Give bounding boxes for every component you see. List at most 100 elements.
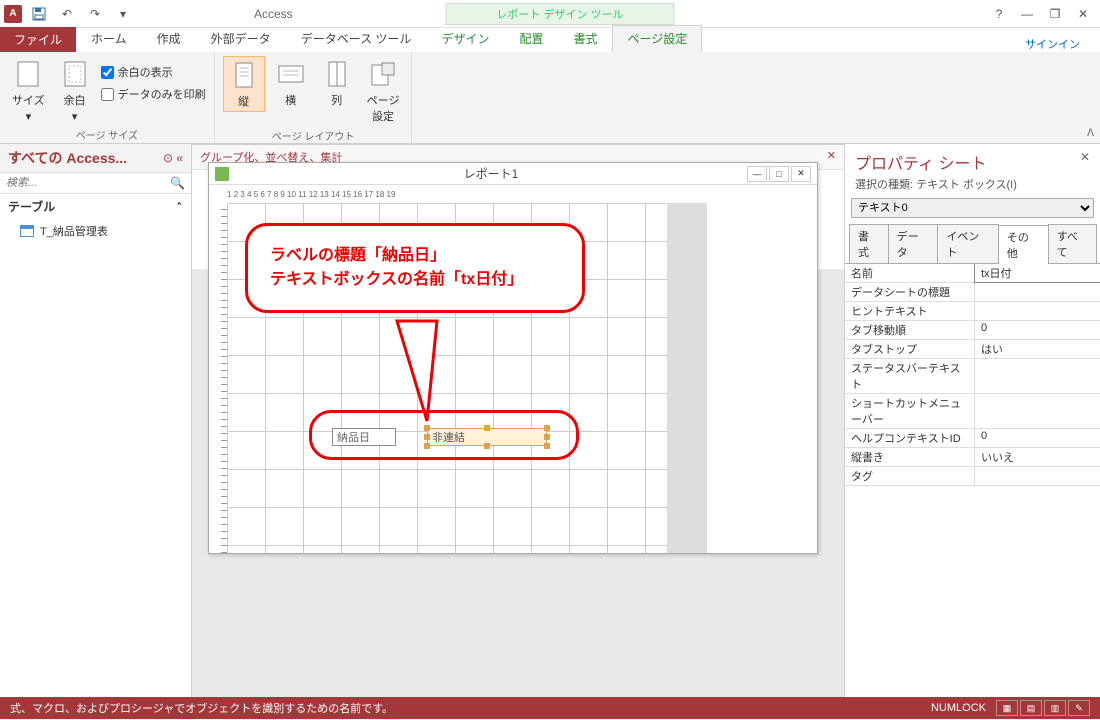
property-row[interactable]: データシートの標題: [845, 283, 1100, 302]
landscape-icon: [275, 58, 307, 90]
ptab-data[interactable]: データ: [888, 224, 939, 263]
ribbon: サイズ▾ 余白▾ 余白の表示 データのみを印刷 ページ サイズ 縦 横: [0, 52, 1100, 144]
chevron-up-icon: ⌃: [175, 201, 183, 212]
qat-save-icon[interactable]: [28, 3, 50, 25]
status-text: 式、マクロ、およびプロシージャでオブジェクトを識別するための名前です。: [10, 700, 393, 716]
property-row[interactable]: 縦書きいいえ: [845, 448, 1100, 467]
print-data-only-checkbox[interactable]: データのみを印刷: [101, 84, 206, 104]
report-maximize-button[interactable]: □: [769, 166, 789, 182]
property-row[interactable]: タブストップはい: [845, 340, 1100, 359]
collapse-ribbon-icon[interactable]: ᐱ: [1087, 128, 1094, 139]
portrait-label: 縦: [238, 93, 249, 109]
property-row[interactable]: ヒントテキスト: [845, 302, 1100, 321]
signin-link[interactable]: サインイン: [1025, 36, 1080, 52]
ptab-all[interactable]: すべて: [1048, 224, 1097, 263]
property-row[interactable]: 名前tx日付: [845, 264, 1100, 283]
tab-arrange[interactable]: 配置: [504, 25, 558, 52]
nav-header[interactable]: すべての Access... ⊙ «: [0, 144, 191, 173]
horizontal-ruler[interactable]: 1 2 3 4 5 6 7 8 9 10 11 12 13 14 15 16 1…: [209, 185, 817, 203]
report-canvas[interactable]: ラベルの標題「納品日」 テキストボックスの名前「tx日付」 納品日 非連結: [227, 203, 817, 553]
view-layout-button[interactable]: ▥: [1044, 700, 1066, 716]
landscape-button[interactable]: 横: [271, 56, 311, 110]
app-icon: A: [4, 5, 22, 23]
search-icon[interactable]: 🔍: [170, 176, 185, 190]
tab-pagesetup[interactable]: ページ設定: [612, 25, 702, 52]
page-shade: [667, 203, 707, 553]
numlock-indicator: NUMLOCK: [931, 702, 986, 714]
search-input[interactable]: [6, 177, 170, 189]
file-tab[interactable]: ファイル: [0, 27, 76, 52]
nav-dropdown-icon[interactable]: ⊙ «: [163, 151, 183, 165]
report-icon: [215, 167, 229, 181]
size-button[interactable]: サイズ▾: [8, 56, 49, 125]
ptab-format[interactable]: 書式: [849, 224, 889, 263]
property-row[interactable]: タブ移動順0: [845, 321, 1100, 340]
columns-icon: [321, 58, 353, 90]
property-grid: 名前tx日付データシートの標題ヒントテキストタブ移動順0タブストップはいステータ…: [845, 264, 1100, 697]
close-icon[interactable]: ✕: [1080, 150, 1090, 164]
view-print-button[interactable]: ▤: [1020, 700, 1042, 716]
nav-group-tables[interactable]: テーブル ⌃: [0, 194, 191, 219]
tab-dbtools[interactable]: データベース ツール: [286, 25, 427, 52]
main-area: すべての Access... ⊙ « 🔍 テーブル ⌃ T_納品管理表 レポート…: [0, 144, 1100, 697]
object-selector[interactable]: テキスト0: [851, 198, 1094, 218]
pagesetup-label: ページ 設定: [367, 92, 400, 124]
view-design-button[interactable]: ✎: [1068, 700, 1090, 716]
statusbar: 式、マクロ、およびプロシージャでオブジェクトを識別するための名前です。 NUML…: [0, 697, 1100, 719]
context-tab-group: レポート デザイン ツール: [445, 3, 674, 25]
size-icon: [12, 58, 44, 90]
help-button[interactable]: ?: [986, 3, 1012, 25]
columns-label: 列: [331, 92, 342, 108]
navigation-pane: すべての Access... ⊙ « 🔍 テーブル ⌃ T_納品管理表: [0, 144, 192, 697]
view-report-button[interactable]: ▦: [996, 700, 1018, 716]
tab-design[interactable]: デザイン: [426, 25, 504, 52]
tab-external[interactable]: 外部データ: [196, 25, 286, 52]
nav-search[interactable]: 🔍: [0, 173, 191, 194]
titlebar: A ↶ ↷ ▾ Access レポート デザイン ツール ? — ❐ ✕: [0, 0, 1100, 28]
minimize-button[interactable]: —: [1014, 3, 1040, 25]
close-icon[interactable]: ✕: [827, 149, 836, 165]
columns-button[interactable]: 列: [317, 56, 357, 110]
ptab-event[interactable]: イベント: [937, 224, 999, 263]
property-tabs: 書式 データ イベント その他 すべて: [845, 224, 1100, 264]
qat-undo-icon[interactable]: ↶: [56, 3, 78, 25]
property-sheet: プロパティ シート ✕ 選択の種類: テキスト ボックス(I) テキスト0 書式…: [844, 144, 1100, 697]
nav-title: すべての Access...: [8, 148, 127, 168]
app-title: Access: [254, 7, 293, 21]
pagesetup-icon: [367, 58, 399, 90]
margins-icon: [59, 58, 91, 90]
nav-item-table[interactable]: T_納品管理表: [0, 219, 191, 243]
qat-customize-icon[interactable]: ▾: [112, 3, 134, 25]
margins-button[interactable]: 余白▾: [55, 56, 95, 125]
size-label: サイズ: [12, 92, 45, 108]
report-close-button[interactable]: ✕: [791, 166, 811, 182]
property-row[interactable]: ステータスバーテキスト: [845, 359, 1100, 394]
group-pagelayout-label: ページ レイアウト: [272, 126, 355, 143]
portrait-button[interactable]: 縦: [223, 56, 265, 112]
report-window: レポート1 — □ ✕ 1 2 3 4 5 6 7 8 9 10 11 12 1…: [208, 162, 818, 554]
ptab-other[interactable]: その他: [998, 225, 1049, 264]
table-icon: [20, 225, 34, 237]
pagesetup-button[interactable]: ページ 設定: [363, 56, 404, 126]
report-minimize-button[interactable]: —: [747, 166, 767, 182]
label-control[interactable]: 納品日: [332, 428, 396, 446]
tab-format[interactable]: 書式: [558, 25, 612, 52]
tab-create[interactable]: 作成: [142, 25, 196, 52]
tab-home[interactable]: ホーム: [76, 25, 142, 52]
property-row[interactable]: ヘルプコンテキストID0: [845, 429, 1100, 448]
property-row[interactable]: ショートカットメニューバー: [845, 394, 1100, 429]
qat-redo-icon[interactable]: ↷: [84, 3, 106, 25]
show-margins-checkbox[interactable]: 余白の表示: [101, 62, 206, 82]
close-button[interactable]: ✕: [1070, 3, 1096, 25]
vertical-ruler[interactable]: [209, 203, 227, 553]
selection-type-label: 選択の種類: テキスト ボックス(I): [845, 176, 1100, 198]
textbox-control[interactable]: 非連結: [427, 428, 547, 446]
property-row[interactable]: タグ: [845, 467, 1100, 486]
ribbon-tabs: ファイル ホーム 作成 外部データ データベース ツール デザイン 配置 書式 …: [0, 28, 1100, 52]
restore-button[interactable]: ❐: [1042, 3, 1068, 25]
report-titlebar[interactable]: レポート1 — □ ✕: [209, 163, 817, 185]
landscape-label: 横: [285, 92, 296, 108]
property-sheet-title: プロパティ シート: [855, 150, 987, 174]
group-pagesize-label: ページ サイズ: [76, 125, 138, 142]
report-title: レポート1: [235, 165, 747, 182]
